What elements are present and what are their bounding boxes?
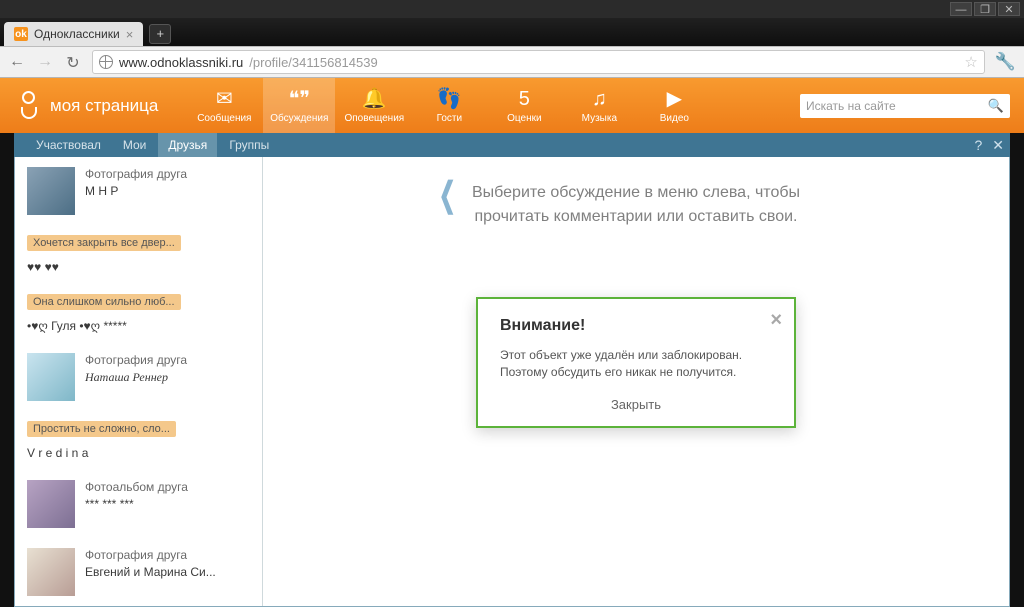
tab-favicon: ok bbox=[14, 27, 28, 41]
address-bar[interactable]: www.odnoklassniki.ru/profile/34115681453… bbox=[92, 50, 985, 74]
nav-icon-4: 5 bbox=[519, 88, 530, 110]
site-search-input[interactable] bbox=[806, 99, 988, 113]
nav-item-0[interactable]: ✉ Сообщения bbox=[188, 78, 260, 133]
settings-wrench-icon[interactable]: 🔧 bbox=[995, 52, 1016, 72]
feed-item[interactable]: Фотоальбом друга *** *** *** bbox=[15, 470, 262, 538]
nav-back-button[interactable]: ← bbox=[8, 53, 26, 71]
feed-item-title: Фотография друга bbox=[85, 167, 187, 181]
site-logo[interactable]: моя страница bbox=[14, 89, 158, 123]
globe-icon bbox=[99, 55, 113, 69]
feed-item-name: V r e d i n a bbox=[27, 446, 252, 460]
feed-item[interactable]: Простить не сложно, сло... V r e d i n a bbox=[15, 411, 262, 470]
discussions-tab-3[interactable]: Группы bbox=[219, 133, 279, 157]
modal-close-button[interactable]: Закрыть bbox=[500, 397, 772, 412]
attention-modal: × Внимание! Этот объект уже удалён или з… bbox=[476, 297, 796, 428]
discussions-tab-0[interactable]: Участвовал bbox=[26, 133, 111, 157]
feed-chip: Хочется закрыть все двер... bbox=[27, 235, 181, 251]
nav-icon-1: ❝❞ bbox=[289, 88, 311, 110]
modal-body: Этот объект уже удалён или заблокирован.… bbox=[500, 347, 772, 381]
nav-forward-button[interactable]: → bbox=[36, 53, 54, 71]
hint-line-1: Выберите обсуждение в меню слева, чтобы bbox=[472, 184, 800, 201]
modal-body-line2: Поэтому обсудить его никак не получится. bbox=[500, 365, 736, 379]
new-tab-button[interactable]: + bbox=[149, 24, 171, 44]
modal-body-line1: Этот объект уже удалён или заблокирован. bbox=[500, 348, 742, 362]
discussions-content-pane: ❮ Выберите обсуждение в меню слева, чтоб… bbox=[263, 157, 1009, 606]
brand-label: моя страница bbox=[50, 96, 158, 116]
nav-label-6: Видео bbox=[660, 113, 689, 124]
window-titlebar: — ❐ ✕ bbox=[0, 0, 1024, 18]
nav-item-5[interactable]: ♫ Музыка bbox=[563, 78, 635, 133]
feed-thumbnail bbox=[27, 353, 75, 401]
nav-icon-6: ▶ bbox=[667, 88, 682, 110]
window-minimize-button[interactable]: — bbox=[950, 2, 972, 16]
discussions-help-icon[interactable]: ? bbox=[974, 137, 982, 153]
nav-item-2[interactable]: 🔔 Оповещения bbox=[338, 78, 410, 133]
site-search[interactable]: 🔍 bbox=[800, 94, 1010, 118]
discussions-feed-pane[interactable]: Фотография друга М Н Р Хочется закрыть все… bbox=[15, 157, 263, 606]
discussions-body: Фотография друга М Н Р Хочется закрыть все… bbox=[14, 157, 1010, 607]
discussions-tab-2[interactable]: Друзья bbox=[158, 133, 217, 157]
search-icon[interactable]: 🔍 bbox=[988, 98, 1004, 114]
empty-hint: ❮ Выберите обсуждение в меню слева, чтоб… bbox=[263, 181, 1009, 229]
nav-item-4[interactable]: 5 Оценки bbox=[488, 78, 560, 133]
discussions-close-icon[interactable]: ✕ bbox=[992, 137, 1004, 154]
site-header: моя страница ✉ Сообщения ❝❞ Обсуждения 🔔 Опов… bbox=[0, 78, 1024, 133]
modal-close-icon[interactable]: × bbox=[770, 309, 782, 332]
feed-chip: Она слишком сильно люб... bbox=[27, 294, 181, 310]
tab-title: Одноклассники bbox=[34, 27, 120, 41]
feed-item[interactable]: Фотография друга Евгений и Марина Си... bbox=[15, 538, 262, 606]
nav-item-6[interactable]: ▶ Видео bbox=[638, 78, 710, 133]
discussions-tabbar: УчаствовалМоиДрузьяГруппы ? ✕ bbox=[14, 133, 1010, 157]
nav-item-1[interactable]: ❝❞ Обсуждения bbox=[263, 78, 335, 133]
feed-thumbnail bbox=[27, 167, 75, 215]
feed-item[interactable]: Она слишком сильно люб... •♥ღ Гуля •♥ღ **… bbox=[15, 284, 262, 343]
nav-label-2: Оповещения bbox=[344, 113, 404, 124]
feed-item-name: *** *** *** bbox=[85, 497, 188, 511]
site-primary-nav: ✉ Сообщения ❝❞ Обсуждения 🔔 Оповещения 👣 Гости 5… bbox=[188, 78, 710, 133]
feed-item[interactable]: Фотография друга М Н Р bbox=[15, 157, 262, 225]
feed-item-name: •♥ღ Гуля •♥ღ ***** bbox=[27, 319, 252, 333]
feed-thumbnail bbox=[27, 548, 75, 596]
nav-label-4: Оценки bbox=[507, 113, 541, 124]
nav-label-3: Гости bbox=[437, 113, 462, 124]
url-host: www.odnoklassniki.ru bbox=[119, 55, 243, 70]
nav-reload-button[interactable]: ↻ bbox=[64, 53, 82, 71]
bookmark-star-icon[interactable]: ☆ bbox=[964, 53, 977, 71]
feed-item[interactable]: Хочется закрыть все двер... ♥♥ ♥♥ bbox=[15, 225, 262, 284]
nav-label-5: Музыка bbox=[582, 113, 617, 124]
feed-item-name: М Н Р bbox=[85, 184, 187, 198]
feed-item-name: Наташа Реннер bbox=[85, 370, 187, 385]
discussions-tab-1[interactable]: Мои bbox=[113, 133, 157, 157]
feed-item-title: Фотография друга bbox=[85, 353, 187, 367]
feed-item-title: Фотоальбом друга bbox=[85, 480, 188, 494]
modal-title: Внимание! bbox=[500, 317, 772, 335]
feed-thumbnail bbox=[27, 480, 75, 528]
window-close-button[interactable]: ✕ bbox=[998, 2, 1020, 16]
feed-item[interactable]: Фотография друга Наташа Реннер bbox=[15, 343, 262, 411]
browser-toolbar: ← → ↻ www.odnoklassniki.ru/profile/34115… bbox=[0, 46, 1024, 78]
browser-tab[interactable]: ok Одноклассники × bbox=[4, 22, 143, 46]
hint-line-2: прочитать комментарии или оставить свои. bbox=[474, 208, 797, 225]
feed-item-title: Фотография друга bbox=[85, 548, 216, 562]
nav-icon-3: 👣 bbox=[437, 88, 462, 110]
ok-logo-icon bbox=[14, 89, 40, 123]
nav-icon-2: 🔔 bbox=[362, 88, 387, 110]
nav-label-1: Обсуждения bbox=[270, 113, 328, 124]
browser-tabstrip: ok Одноклассники × + bbox=[0, 18, 1024, 46]
feed-chip: Простить не сложно, сло... bbox=[27, 421, 176, 437]
url-path: /profile/341156814539 bbox=[249, 55, 377, 70]
tab-close-icon[interactable]: × bbox=[126, 27, 134, 42]
feed-item-name: ♥♥ ♥♥ bbox=[27, 260, 252, 274]
hint-chevron-icon: ❮ bbox=[439, 183, 456, 207]
nav-icon-0: ✉ bbox=[216, 88, 233, 110]
nav-item-3[interactable]: 👣 Гости bbox=[413, 78, 485, 133]
feed-item-name: Евгений и Марина Си... bbox=[85, 565, 216, 579]
window-maximize-button[interactable]: ❐ bbox=[974, 2, 996, 16]
nav-icon-5: ♫ bbox=[592, 88, 607, 110]
nav-label-0: Сообщения bbox=[197, 113, 251, 124]
